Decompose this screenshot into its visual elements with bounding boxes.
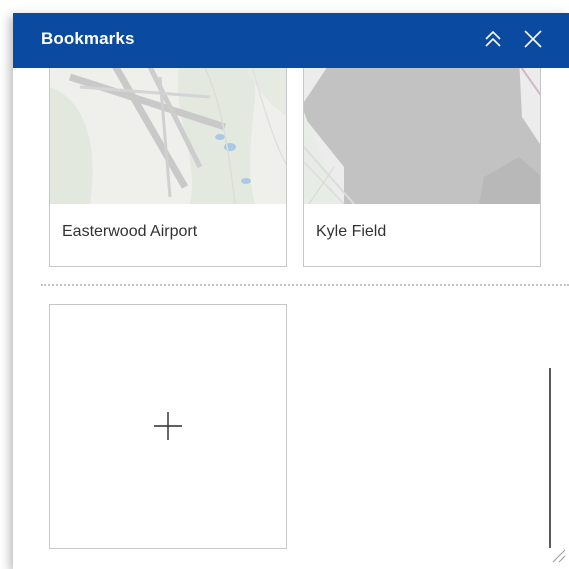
plus-icon [154,412,182,440]
panel-title: Bookmarks [41,29,135,48]
bookmark-label: Easterwood Airport [62,223,198,240]
bookmarks-panel: Bookmarks Easterwood Airport Kyle Field [13,13,569,569]
section-divider [41,284,569,286]
bookmarks-list: Easterwood Airport Kyle Field [13,68,569,569]
close-button[interactable] [518,24,548,54]
collapse-button[interactable] [478,24,508,54]
add-bookmark-button[interactable] [49,304,287,549]
double-chevron-up-icon [485,30,501,47]
bookmark-thumbnail [304,68,540,204]
resize-grip-icon [552,549,566,563]
bookmark-card-easterwood-airport[interactable]: Easterwood Airport [49,68,287,267]
scrollbar[interactable] [549,368,551,548]
bookmark-card-kyle-field[interactable]: Kyle Field [303,68,541,267]
resize-handle[interactable] [551,548,567,569]
panel-header: Bookmarks [13,13,569,68]
close-icon [524,30,542,48]
bookmark-thumbnail [50,68,286,204]
bookmark-label: Kyle Field [316,223,387,240]
